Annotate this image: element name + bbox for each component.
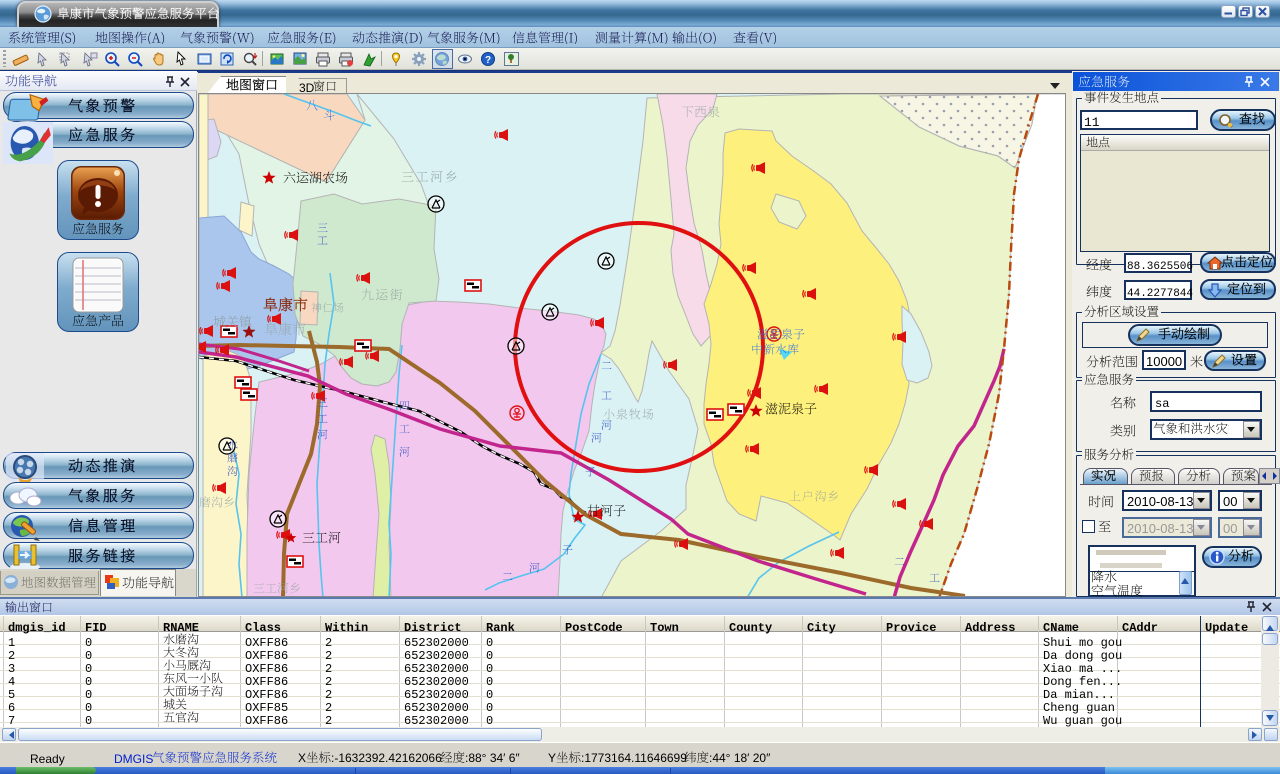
svg-text:?: ? [485,55,491,66]
